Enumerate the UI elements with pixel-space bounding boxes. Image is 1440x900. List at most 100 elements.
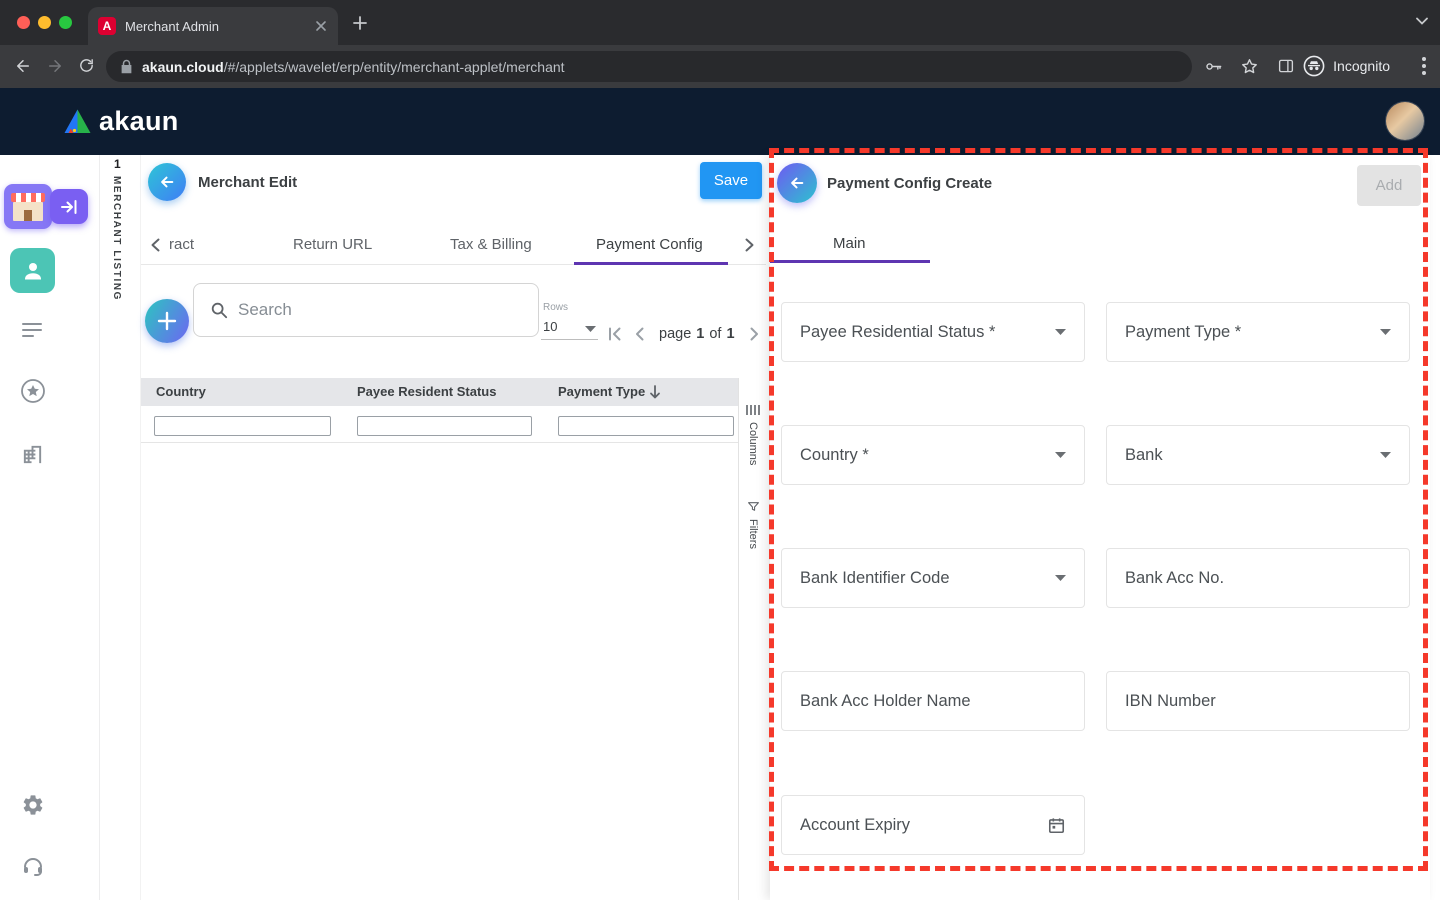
address-bar[interactable]: akaun.cloud/#/applets/wavelet/erp/entity… — [106, 51, 1192, 82]
select-bank-identifier-code[interactable]: Bank Identifier Code — [781, 548, 1085, 608]
back-arrow-icon — [789, 175, 805, 191]
tab-tax-billing[interactable]: Tax & Billing — [450, 236, 532, 253]
input-bank-acc-holder-name[interactable]: Bank Acc Holder Name — [781, 671, 1085, 731]
sidebar-item-favorites[interactable] — [20, 378, 46, 404]
site-favicon-icon: A — [98, 17, 116, 35]
left-panel-title: Merchant Edit — [198, 174, 298, 191]
rail-badge-number: 1 — [114, 157, 121, 171]
active-tab-indicator — [574, 262, 728, 265]
new-tab-button[interactable] — [352, 15, 368, 31]
lock-icon — [120, 59, 133, 74]
plus-icon — [156, 310, 178, 332]
window-zoom-button[interactable] — [59, 16, 72, 29]
screen: A Merchant Admin akaun.cloud/#/applets/w… — [0, 0, 1440, 900]
search-icon — [210, 301, 228, 319]
page-status-text: page 1 of 1 — [659, 326, 735, 342]
support-headset-icon[interactable] — [21, 854, 45, 878]
add-record-button[interactable] — [145, 299, 189, 343]
window-controls — [17, 16, 72, 29]
back-arrow-icon — [159, 174, 175, 190]
nav-rail: 1 MERCHANT LISTING — [100, 155, 140, 900]
caret-down-icon — [1055, 329, 1066, 335]
prev-page-icon[interactable] — [631, 325, 649, 343]
browser-back-button[interactable] — [14, 57, 32, 75]
sidebar-item-organization[interactable] — [21, 443, 44, 466]
settings-gear-icon[interactable] — [21, 793, 45, 817]
filter-input-country[interactable] — [154, 416, 331, 436]
save-button[interactable]: Save — [700, 162, 762, 199]
bookmark-star-icon[interactable] — [1240, 57, 1259, 76]
table-side-rail: Columns Filters — [738, 378, 766, 900]
browser-forward-button[interactable] — [46, 57, 64, 75]
column-header-country[interactable]: Country — [156, 384, 206, 399]
input-account-expiry[interactable]: Account Expiry — [781, 795, 1085, 855]
tab-search-chevron-icon[interactable] — [1416, 17, 1428, 25]
tab-payment-config[interactable]: Payment Config — [596, 236, 703, 253]
tabs-scroll-left-icon[interactable] — [151, 238, 160, 252]
select-payment-type[interactable]: Payment Type * — [1106, 302, 1410, 362]
column-header-payee-resident-status[interactable]: Payee Resident Status — [357, 384, 496, 399]
column-header-payment-type[interactable]: Payment Type — [558, 384, 661, 399]
browser-tab[interactable]: A Merchant Admin — [88, 7, 338, 45]
tab-title: Merchant Admin — [125, 18, 219, 34]
pagination: page 1 of 1 — [605, 325, 789, 343]
search-placeholder: Search — [238, 300, 292, 319]
app-header: akaun — [0, 88, 1440, 155]
select-bank[interactable]: Bank — [1106, 425, 1410, 485]
select-country[interactable]: Country * — [781, 425, 1085, 485]
columns-icon — [746, 404, 760, 416]
rows-caret-down-icon[interactable] — [585, 326, 596, 332]
first-page-icon[interactable] — [605, 325, 623, 343]
next-page-icon[interactable] — [745, 325, 763, 343]
password-key-icon[interactable] — [1204, 57, 1223, 76]
incognito-badge: Incognito — [1303, 50, 1390, 82]
applet-enter-button[interactable] — [50, 189, 88, 224]
rows-select-underline — [541, 339, 598, 340]
merchant-edit-tabbar: ract Return URL Tax & Billing Payment Co… — [141, 225, 766, 265]
calendar-icon[interactable] — [1047, 816, 1066, 835]
person-icon — [21, 259, 45, 283]
filter-input-payee-resident-status[interactable] — [357, 416, 532, 436]
search-input[interactable]: Search — [193, 283, 539, 337]
tab-close-icon[interactable] — [314, 19, 328, 33]
user-avatar[interactable] — [1386, 102, 1424, 140]
window-minimize-button[interactable] — [38, 16, 51, 29]
add-button-disabled[interactable]: Add — [1357, 165, 1421, 206]
table-header: Country Payee Resident Status Payment Ty… — [141, 378, 738, 406]
input-bank-acc-no[interactable]: Bank Acc No. — [1106, 548, 1410, 608]
tab-contract[interactable]: ract — [169, 236, 194, 253]
caret-down-icon — [1055, 575, 1066, 581]
sidebar-item-profile[interactable] — [10, 248, 55, 293]
brand-logo: akaun — [63, 106, 179, 137]
tabs-scroll-right-icon[interactable] — [745, 238, 754, 252]
payment-config-back-button[interactable] — [777, 163, 817, 203]
tab-return-url[interactable]: Return URL — [293, 236, 372, 253]
rows-per-page-value[interactable]: 10 — [543, 319, 557, 334]
app-sidebar — [0, 155, 100, 900]
incognito-spy-icon — [1303, 55, 1325, 77]
url-domain: akaun.cloud — [142, 58, 224, 75]
browser-toolbar: akaun.cloud/#/applets/wavelet/erp/entity… — [0, 45, 1440, 88]
input-ibn-number[interactable]: IBN Number — [1106, 671, 1410, 731]
table-filter-row — [141, 406, 738, 443]
select-payee-residential-status[interactable]: Payee Residential Status * — [781, 302, 1085, 362]
tab-main[interactable]: Main — [833, 235, 866, 252]
side-panel-icon[interactable] — [1277, 57, 1295, 75]
browser-menu-kebab-icon[interactable] — [1422, 57, 1426, 75]
payment-config-create-panel: Payment Config Create Add Main Payee Res… — [770, 155, 1430, 900]
browser-reload-button[interactable] — [78, 57, 95, 74]
merchant-edit-panel: Merchant Edit Save ract Return URL Tax &… — [140, 155, 785, 900]
window-close-button[interactable] — [17, 16, 30, 29]
sidebar-item-merchant-applet[interactable] — [4, 184, 52, 229]
url-path: /#/applets/wavelet/erp/entity/merchant-a… — [223, 58, 565, 75]
funnel-icon — [747, 500, 760, 513]
browser-tab-strip: A Merchant Admin — [0, 0, 1440, 45]
columns-button[interactable]: Columns — [739, 404, 767, 465]
caret-down-icon — [1380, 329, 1391, 335]
filters-button[interactable]: Filters — [739, 500, 767, 549]
filter-input-payment-type[interactable] — [558, 416, 734, 436]
akaun-logo-icon — [63, 109, 92, 134]
sidebar-item-listing[interactable] — [21, 321, 43, 339]
merchant-edit-back-button[interactable] — [148, 163, 186, 201]
incognito-label: Incognito — [1333, 58, 1390, 74]
